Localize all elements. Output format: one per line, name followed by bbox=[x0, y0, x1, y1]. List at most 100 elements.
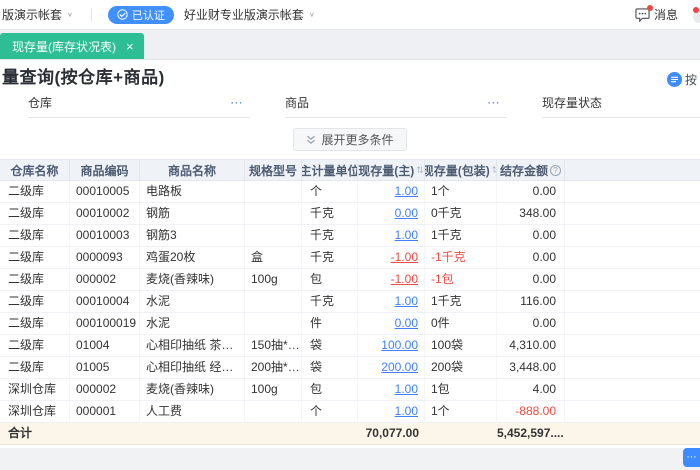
cell-blank bbox=[565, 225, 700, 246]
cell-qty-package: -1千克 bbox=[425, 247, 497, 268]
filter-warehouse[interactable]: 仓库 ⋯ bbox=[28, 96, 250, 118]
product-label: 商品 bbox=[285, 96, 310, 110]
tab-stock-status-report[interactable]: 现存量(库存状况表) × bbox=[0, 33, 144, 59]
col-qty-main[interactable]: 现存量(主) ⇅ bbox=[358, 160, 425, 181]
cell-blank bbox=[565, 181, 700, 202]
qty-main-link[interactable]: 100.00 bbox=[381, 338, 418, 352]
qty-main-link[interactable]: 0.00 bbox=[395, 206, 418, 220]
stock-status-label: 现存量状态 bbox=[542, 96, 603, 110]
qty-main-link[interactable]: 1.00 bbox=[395, 404, 418, 418]
edge-notification-icon[interactable] bbox=[690, 5, 700, 25]
close-icon[interactable]: × bbox=[126, 40, 134, 53]
cell-unit: 千克 bbox=[302, 291, 358, 312]
col-balance-amount[interactable]: 结存金额? bbox=[497, 160, 565, 181]
tab-bar: 现存量(库存状况表) × bbox=[0, 30, 700, 60]
cell-warehouse: 二级库 bbox=[0, 181, 70, 202]
table-row[interactable]: 深圳仓库 000002 麦烧(香辣味) 100g 包 1.00 1包 4.00 bbox=[0, 379, 700, 401]
account-label: 版演示帐套 bbox=[2, 8, 63, 22]
filter-product[interactable]: 商品 ⋯ bbox=[285, 96, 507, 118]
table-row[interactable]: 二级库01005心相印抽纸 经典系列200抽*6包袋 200.00 200袋3,44… bbox=[0, 357, 700, 379]
cell-qty-package: 1个 bbox=[425, 181, 497, 202]
cell-amount: 348.00 bbox=[497, 203, 565, 224]
workspace-switcher[interactable]: 好业财专业版演示帐套 ∨ bbox=[184, 6, 315, 23]
cell-blank bbox=[565, 401, 700, 422]
verified-badge[interactable]: 已认证 bbox=[107, 5, 174, 24]
cell-warehouse: 深圳仓库 bbox=[0, 401, 70, 422]
expand-more-button[interactable]: 展开更多条件 bbox=[293, 128, 407, 151]
help-icon[interactable]: ? bbox=[550, 165, 561, 176]
cell-spec: 100g bbox=[245, 269, 302, 290]
qty-main-link[interactable]: 1.00 bbox=[395, 382, 418, 396]
col-product-code[interactable]: 商品编码 bbox=[70, 160, 140, 181]
cell-blank bbox=[565, 357, 700, 378]
table-row[interactable]: 二级库 00010004 水泥 千克 1.00 1千克 116.00 bbox=[0, 291, 700, 313]
sort-icon: ⇅ bbox=[416, 165, 424, 175]
table-body: 二级库 00010005 电路板个 1.00 1个 0.00 二级库 00010002 钢筋 千克… bbox=[0, 181, 700, 423]
cell-amount: 0.00 bbox=[497, 181, 565, 202]
cell-code: 000002 bbox=[70, 379, 140, 400]
cell-qty-main: 1.00 bbox=[358, 379, 425, 400]
cell-spec: 100g bbox=[245, 379, 302, 400]
cell-code: 000002 bbox=[70, 269, 140, 290]
table-row[interactable]: 二级库01004心相印抽纸 茶语系列150抽*3包袋 100.00 100袋4,31… bbox=[0, 335, 700, 357]
cell-name: 心相印抽纸 经典系列 bbox=[140, 357, 245, 378]
cell-qty-main: -1.00 bbox=[358, 247, 425, 268]
table-row[interactable]: 二级库 00010002 钢筋 千克 0.00 0千克 348.00 bbox=[0, 203, 700, 225]
cell-qty-package: 1千克 bbox=[425, 225, 497, 246]
cell-warehouse: 二级库 bbox=[0, 291, 70, 312]
col-spec-model[interactable]: 规格型号 bbox=[245, 160, 302, 181]
table-row[interactable]: 二级库 000100019 水泥件 0.00 0件 0.00 bbox=[0, 313, 700, 335]
cell-blank bbox=[565, 269, 700, 290]
table-row[interactable]: 二级库 000002 麦烧(香辣味) 100g 包 -1.00 -1包 0.00 bbox=[0, 269, 700, 291]
cell-name: 电路板 bbox=[140, 181, 245, 202]
cell-warehouse: 二级库 bbox=[0, 269, 70, 290]
qty-main-link[interactable]: 1.00 bbox=[395, 184, 418, 198]
table-row[interactable]: 二级库 00010003 钢筋3 千克 1.00 1千克 0.00 bbox=[0, 225, 700, 247]
table-row[interactable]: 深圳仓库 000001 人工费 个 1.00 1个 -888.00 bbox=[0, 401, 700, 423]
cell-qty-main: 0.00 bbox=[358, 203, 425, 224]
cell-amount: 4.00 bbox=[497, 379, 565, 400]
cell-spec bbox=[245, 313, 302, 334]
cell-unit: 包 bbox=[302, 379, 358, 400]
table-row[interactable]: 二级库 00010005 电路板 个 1.00 1个 0.00 bbox=[0, 181, 700, 203]
bottom-strip bbox=[0, 448, 700, 470]
cell-blank bbox=[565, 203, 700, 224]
cell-blank bbox=[565, 313, 700, 334]
account-switcher[interactable]: 版演示帐套 ∨ bbox=[2, 6, 73, 23]
col-main-unit[interactable]: 主计量单位 bbox=[302, 160, 358, 181]
cell-name: 钢筋3 bbox=[140, 225, 245, 246]
qty-main-link[interactable]: 200.00 bbox=[381, 360, 418, 374]
col-product-name[interactable]: 商品名称 bbox=[140, 160, 245, 181]
cell-blank bbox=[565, 291, 700, 312]
cell-code: 000001 bbox=[70, 401, 140, 422]
qty-main-link[interactable]: -1.00 bbox=[391, 272, 418, 286]
qty-main-link[interactable]: 0.00 bbox=[395, 316, 418, 330]
col-warehouse-name[interactable]: 仓库名称 bbox=[0, 160, 70, 181]
column-settings-button[interactable]: 按 bbox=[667, 71, 700, 88]
cell-spec bbox=[245, 225, 302, 246]
double-chevron-down-icon bbox=[307, 135, 316, 144]
cell-amount: 0.00 bbox=[497, 247, 565, 268]
filter-stock-status[interactable]: 现存量状态 bbox=[542, 96, 700, 118]
app-window: 版演示帐套 ∨ 已认证 好业财专业版演示帐套 ∨ 消息 现存量(库存状况表) ×… bbox=[0, 0, 700, 470]
cell-code: 01004 bbox=[70, 335, 140, 356]
table-row[interactable]: 二级库 0000093 鸡蛋20枚盒千克 -1.00 -1千克 0.00 bbox=[0, 247, 700, 269]
settings-icon bbox=[667, 72, 682, 87]
qty-main-link[interactable]: 1.00 bbox=[395, 228, 418, 242]
messages-label: 消息 bbox=[653, 8, 678, 22]
more-options-icon[interactable]: ⋯ bbox=[230, 96, 244, 109]
col-qty-package[interactable]: 现存量(包装)⇅ bbox=[425, 160, 497, 181]
messages-button[interactable]: 消息 bbox=[635, 4, 678, 23]
cell-unit: 千克 bbox=[302, 225, 358, 246]
qty-main-link[interactable]: -1.00 bbox=[391, 250, 418, 264]
cell-warehouse: 二级库 bbox=[0, 357, 70, 378]
cell-spec: 200抽*6包 bbox=[245, 357, 302, 378]
workspace-label: 好业财专业版演示帐套 bbox=[183, 8, 304, 22]
qty-main-link[interactable]: 1.00 bbox=[395, 294, 418, 308]
cell-amount: 3,448.00 bbox=[497, 357, 565, 378]
floating-chat-widget[interactable]: ⋯ bbox=[683, 448, 700, 467]
more-options-icon[interactable]: ⋯ bbox=[487, 96, 501, 109]
cell-name: 麦烧(香辣味) bbox=[140, 269, 245, 290]
total-row: 合计 70,077.00 5,452,597.... bbox=[0, 423, 700, 445]
cell-warehouse: 二级库 bbox=[0, 313, 70, 334]
